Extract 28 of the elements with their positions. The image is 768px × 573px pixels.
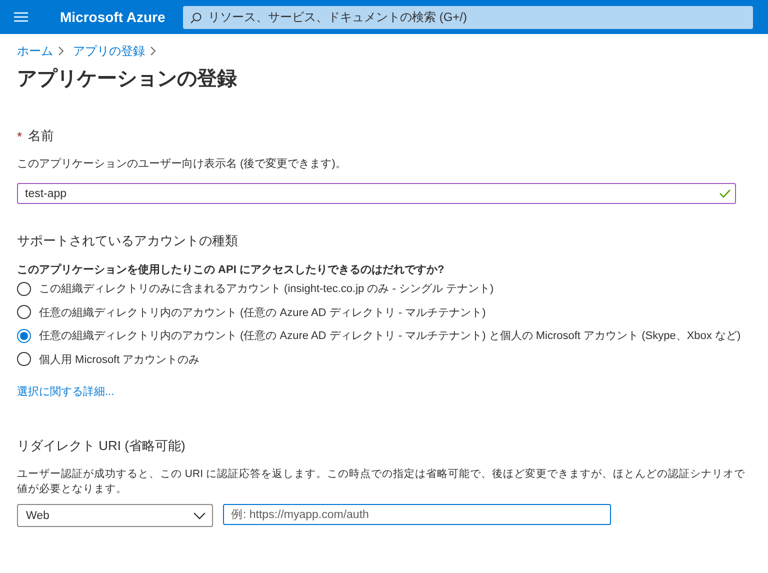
radio-button[interactable] xyxy=(17,282,31,296)
uri-field[interactable]: 例: https://myapp.com/auth xyxy=(223,504,611,525)
details-link[interactable]: 選択に関する詳細... xyxy=(17,384,751,399)
section-description: ユーザー認証が成功すると、この URI に認証応答を返します。この時点での指定は省略可能で、後ほど変更できますが、ほとんどの認証シナリオで値が必要となります。 xyxy=(17,467,746,497)
radio-label[interactable]: 任意の組織ディレクトリ内のアカウント (任意の Azure AD ディレクトリ - マルチテナント) xyxy=(39,304,486,320)
search-field[interactable]: リソース、サービス、ドキュメントの検索 (G+/) xyxy=(183,6,753,28)
name-field[interactable]: test-app xyxy=(17,183,736,204)
chevron-icon xyxy=(58,46,65,56)
radio-label[interactable]: この組織ディレクトリのみに含まれるアカウント (insight-tec.co.jp のみ - シングル テナント) xyxy=(39,281,494,296)
radio-label[interactable]: 任意の組織ディレクトリ内のアカウント (任意の Azure AD ディレクトリ - マルチテナント) と個人の Microsoft アカウント (Skype、Xbox など) xyxy=(39,328,741,344)
question-text: このアプリケーションを使用したりこの API にアクセスしたりできるのはだれですか? xyxy=(17,262,446,277)
field-description: このアプリケーションのユーザー向け表示名 (後で変更できます)。 xyxy=(17,157,348,172)
field-label: 名前 xyxy=(28,127,54,145)
breadcrumb-link[interactable]: アプリの登録 xyxy=(73,42,145,60)
brand-title[interactable]: Microsoft Azure xyxy=(60,9,183,25)
menu-icon xyxy=(14,12,28,22)
platform-dropdown[interactable]: Web xyxy=(17,504,213,527)
section-heading: リダイレクト URI (省略可能) xyxy=(17,437,186,455)
radio-button[interactable] xyxy=(17,328,31,343)
required-mark: * xyxy=(17,128,22,144)
breadcrumb-link[interactable]: ホーム xyxy=(17,42,53,60)
radio-label[interactable]: 個人用 Microsoft アカウントのみ xyxy=(39,352,200,367)
chevron-icon xyxy=(150,46,157,56)
page-title: アプリケーションの登録 xyxy=(17,66,238,92)
caret-icon xyxy=(193,512,206,520)
section-heading: サポートされているアカウントの種類 xyxy=(17,232,239,250)
radio-button[interactable] xyxy=(17,352,31,366)
radio-button[interactable] xyxy=(17,305,31,320)
